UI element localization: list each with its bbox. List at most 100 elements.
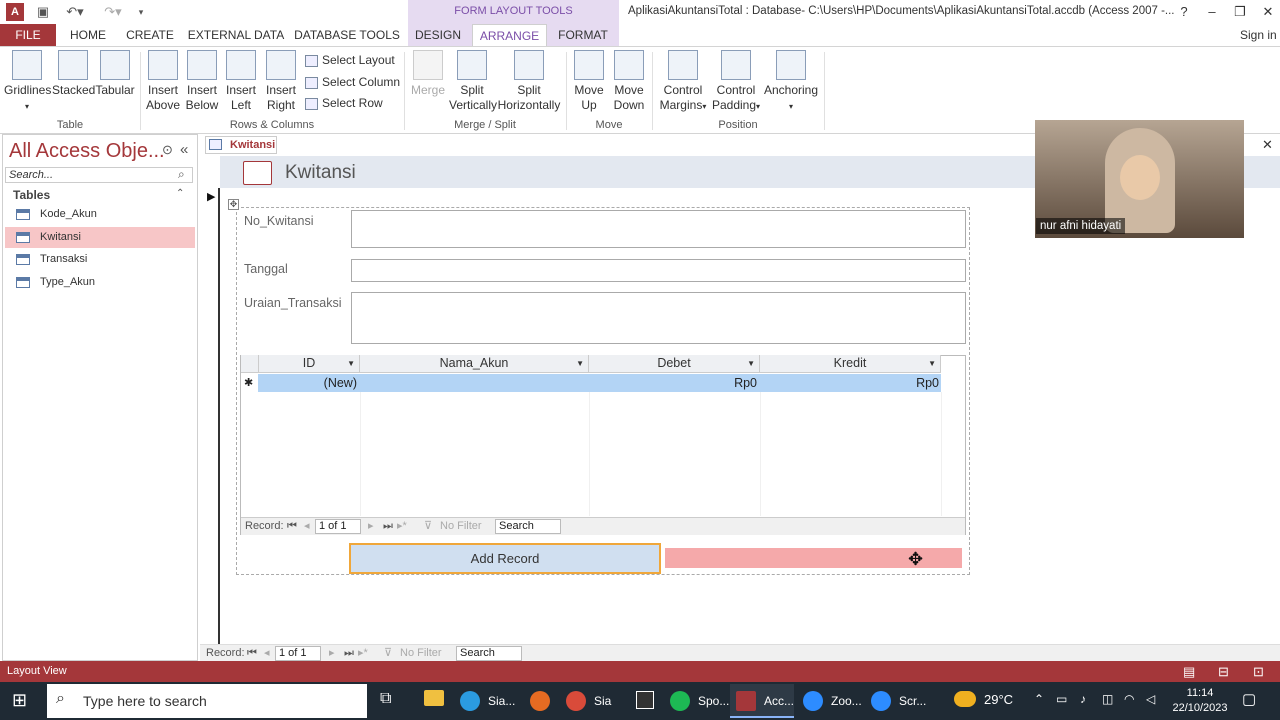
customize-qat-icon[interactable]: ▾ bbox=[132, 3, 150, 21]
help-button[interactable]: ? bbox=[1170, 2, 1198, 22]
record-search-input[interactable]: Search bbox=[495, 519, 561, 534]
new-record-icon[interactable]: ▸* bbox=[397, 517, 407, 535]
cell-debet-new[interactable]: Rp0 bbox=[589, 374, 759, 392]
last-record-icon[interactable]: ⏭ bbox=[383, 517, 393, 535]
tab-create[interactable]: CREATE bbox=[122, 24, 178, 47]
last-record-icon[interactable]: ⏭ bbox=[344, 644, 354, 662]
nav-section-tables[interactable]: Tables bbox=[13, 188, 50, 202]
nav-item-type-akun[interactable]: Type_Akun bbox=[5, 272, 195, 293]
sort-dropdown-icon[interactable]: ▼ bbox=[928, 355, 936, 372]
notification-icon[interactable]: ▢ bbox=[1242, 690, 1256, 708]
record-selector-bar[interactable] bbox=[202, 188, 220, 661]
previous-record-icon[interactable]: ◂ bbox=[304, 517, 310, 535]
restore-icon[interactable]: ❐ bbox=[1226, 2, 1254, 22]
column-header-debet[interactable]: Debet ▼ bbox=[589, 355, 760, 373]
column-header-nama-akun[interactable]: Nama_Akun ▼ bbox=[360, 355, 589, 373]
volume-icon[interactable]: ◁ bbox=[1146, 692, 1155, 706]
nav-item-kode-akun[interactable]: Kode_Akun bbox=[5, 204, 195, 225]
tabular-button[interactable]: Tabular bbox=[94, 50, 136, 98]
select-column-button[interactable]: Select Column bbox=[305, 74, 400, 90]
sort-dropdown-icon[interactable]: ▼ bbox=[747, 355, 755, 372]
save-icon[interactable]: ▣ bbox=[34, 3, 52, 21]
taskbar-app-edge[interactable]: Sia... bbox=[454, 684, 518, 718]
gridlines-button[interactable]: Gridlines ▾ bbox=[4, 50, 51, 114]
merge-button[interactable]: Merge bbox=[408, 50, 448, 98]
previous-record-icon[interactable]: ◂ bbox=[264, 644, 270, 662]
task-view-icon[interactable]: ⧉ bbox=[380, 690, 391, 708]
camera-icon[interactable]: ◫ bbox=[1102, 692, 1113, 706]
next-record-icon[interactable]: ▸ bbox=[329, 644, 335, 662]
column-header-kredit[interactable]: Kredit ▼ bbox=[760, 355, 941, 373]
microphone-icon[interactable]: ♪ bbox=[1080, 692, 1086, 706]
tab-home[interactable]: HOME bbox=[62, 24, 114, 47]
sort-dropdown-icon[interactable]: ▼ bbox=[576, 355, 584, 372]
taskbar-app-spotify[interactable]: Spo... bbox=[664, 684, 729, 718]
firefox-icon[interactable] bbox=[530, 691, 550, 711]
taskbar-app-chrome[interactable]: Sia ... bbox=[560, 684, 624, 718]
control-margins-button[interactable]: Control Margins▾ bbox=[656, 50, 710, 114]
first-record-icon[interactable]: ⏮ bbox=[247, 644, 257, 662]
add-record-button[interactable]: Add Record bbox=[349, 543, 661, 574]
windows-start-icon[interactable]: ⊞ bbox=[12, 690, 27, 711]
cell-id-new[interactable]: (New) bbox=[259, 374, 359, 392]
taskbar-clock[interactable]: 11:14 22/10/2023 bbox=[1168, 684, 1232, 716]
tanggal-field[interactable] bbox=[351, 259, 966, 282]
no-filter-indicator[interactable]: No Filter bbox=[400, 644, 442, 662]
minimize-icon[interactable]: – bbox=[1198, 2, 1226, 22]
move-up-button[interactable]: Move Up bbox=[570, 50, 608, 113]
column-header-id[interactable]: ID ▼ bbox=[259, 355, 360, 373]
control-padding-button[interactable]: Control Padding▾ bbox=[710, 50, 762, 114]
next-record-icon[interactable]: ▸ bbox=[368, 517, 374, 535]
tab-format[interactable]: FORMAT bbox=[552, 24, 614, 47]
insert-below-button[interactable]: Insert Below bbox=[183, 50, 221, 113]
uraian-transaksi-field[interactable] bbox=[351, 292, 966, 344]
anchoring-button[interactable]: Anchoring ▾ bbox=[762, 50, 820, 114]
design-view-icon[interactable]: ⊡ bbox=[1253, 661, 1264, 682]
shutter-bar-close-icon[interactable]: « bbox=[180, 141, 188, 158]
record-position-input[interactable]: 1 of 1 bbox=[275, 646, 321, 661]
select-layout-button[interactable]: Select Layout bbox=[305, 52, 395, 68]
nav-item-transaksi[interactable]: Transaksi bbox=[5, 249, 195, 270]
move-down-button[interactable]: Move Down bbox=[609, 50, 649, 113]
file-explorer-icon[interactable] bbox=[424, 690, 444, 706]
redo-icon[interactable]: ↷▾ bbox=[100, 3, 126, 21]
select-row-button[interactable]: Select Row bbox=[305, 95, 383, 111]
taskbar-app-zoom-screen[interactable]: Scr... bbox=[865, 684, 931, 718]
tab-external-data[interactable]: EXTERNAL DATA bbox=[186, 24, 286, 47]
nav-item-kwitansi[interactable]: Kwitansi bbox=[5, 227, 195, 248]
no-filter-indicator[interactable]: No Filter bbox=[440, 517, 482, 535]
close-document-icon[interactable]: ✕ bbox=[1262, 137, 1273, 153]
search-icon[interactable]: ⌕ bbox=[178, 167, 185, 182]
insert-right-button[interactable]: Insert Right bbox=[262, 50, 300, 113]
split-horizontally-button[interactable]: Split Horizontally bbox=[497, 50, 561, 113]
clapper-icon[interactable] bbox=[636, 691, 654, 709]
sign-in-link[interactable]: Sign in bbox=[1240, 24, 1277, 47]
nav-menu-chevron-icon[interactable]: ⊙ bbox=[162, 142, 173, 158]
first-record-icon[interactable]: ⏮ bbox=[287, 517, 297, 535]
tray-chevron-icon[interactable]: ⌃ bbox=[1034, 692, 1044, 706]
tab-design[interactable]: DESIGN bbox=[410, 24, 466, 47]
record-search-input[interactable]: Search bbox=[456, 646, 522, 661]
insert-above-button[interactable]: Insert Above bbox=[144, 50, 182, 113]
weather-temperature[interactable]: 29°C bbox=[984, 692, 1013, 707]
record-position-input[interactable]: 1 of 1 bbox=[315, 519, 361, 534]
tab-arrange[interactable]: ARRANGE bbox=[472, 24, 547, 47]
sort-dropdown-icon[interactable]: ▼ bbox=[347, 355, 355, 372]
wifi-icon[interactable]: ◠ bbox=[1124, 692, 1134, 706]
taskbar-search-input[interactable]: Type here to search bbox=[47, 684, 367, 718]
datasheet-corner[interactable] bbox=[241, 355, 259, 373]
close-icon[interactable]: ✕ bbox=[1254, 2, 1280, 22]
layout-move-handle-icon[interactable]: ✥ bbox=[228, 199, 239, 210]
cell-kredit-new[interactable]: Rp0 bbox=[760, 374, 941, 392]
collapse-chevron-icon[interactable]: ⌃ bbox=[176, 188, 184, 199]
tab-file[interactable]: FILE bbox=[0, 24, 56, 47]
taskbar-app-access[interactable]: Acc... bbox=[730, 684, 794, 718]
undo-icon[interactable]: ↶▾ bbox=[62, 3, 88, 21]
nav-search-input[interactable]: Search... bbox=[5, 167, 193, 183]
insert-left-button[interactable]: Insert Left bbox=[222, 50, 260, 113]
tab-database-tools[interactable]: DATABASE TOOLS bbox=[294, 24, 400, 47]
weather-icon[interactable] bbox=[954, 691, 976, 707]
layout-view-icon[interactable]: ⊟ bbox=[1218, 661, 1229, 682]
form-view-icon[interactable]: ▤ bbox=[1183, 661, 1195, 682]
new-record-icon[interactable]: ▸* bbox=[358, 644, 368, 662]
